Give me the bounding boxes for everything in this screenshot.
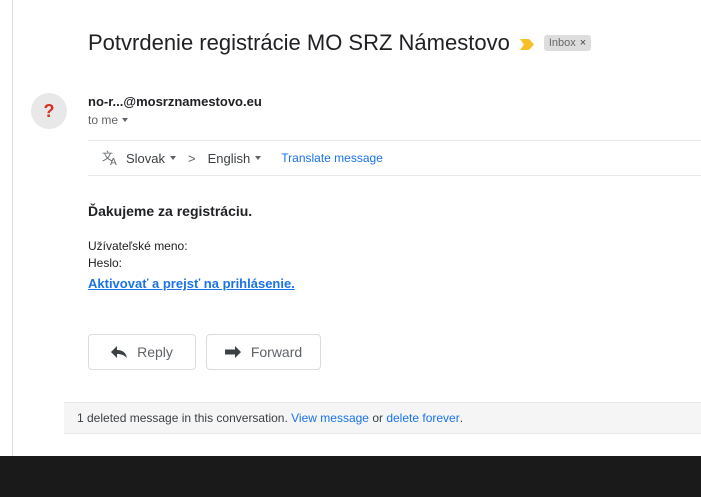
reply-icon <box>111 346 128 358</box>
target-language-select[interactable]: English <box>208 151 262 166</box>
recipient-details-toggle[interactable]: to me <box>88 113 129 127</box>
source-language-label: Slovak <box>126 150 166 166</box>
svg-text:A: A <box>110 157 117 167</box>
translate-message-link[interactable]: Translate message <box>281 151 383 165</box>
unknown-sender-icon: ? <box>43 100 55 121</box>
left-panel-edge <box>0 0 13 456</box>
delete-forever-link[interactable]: delete forever <box>386 411 459 425</box>
target-language-label: English <box>207 150 251 166</box>
translate-icon: 文 A <box>102 149 117 167</box>
importance-marker-icon[interactable] <box>519 38 534 50</box>
inbox-label-text: Inbox <box>548 37 576 49</box>
forward-button[interactable]: Forward <box>206 334 321 370</box>
email-subject: Potvrdenie registrácie MO SRZ Námestovo <box>88 30 510 55</box>
body-heading: Ďakujeme za registráciu. <box>88 203 253 219</box>
username-label: Užívateľské meno: <box>88 239 188 253</box>
or-text: or <box>372 411 383 425</box>
arrow-right-icon: > <box>188 150 196 166</box>
password-label: Heslo: <box>88 256 123 270</box>
sender-avatar: ? <box>31 93 67 129</box>
forward-label: Forward <box>250 344 303 360</box>
chevron-down-icon <box>122 118 129 122</box>
reply-button[interactable]: Reply <box>88 334 196 370</box>
chevron-down-icon <box>255 156 262 160</box>
bottom-dark-bar <box>0 456 701 497</box>
source-language-select[interactable]: Slovak <box>126 150 177 166</box>
view-message-link[interactable]: View message <box>291 411 369 425</box>
sender-address[interactable]: no-r...@mosrznamestovo.eu <box>88 94 262 109</box>
reply-label: Reply <box>137 344 173 360</box>
inbox-label-chip: Inbox × <box>543 35 592 51</box>
forward-icon <box>224 346 241 358</box>
translate-bar: 文 A Slovak > English Translate message <box>88 140 701 176</box>
activate-link[interactable]: Aktivovať a prejsť na prihlásenie. <box>88 276 295 291</box>
deleted-notice-text: 1 deleted message in this conversation. <box>77 411 288 425</box>
chevron-down-icon <box>170 156 177 160</box>
subject-row: Potvrdenie registrácie MO SRZ Námestovo … <box>88 30 592 56</box>
deleted-message-notice: 1 deleted message in this conversation. … <box>64 402 701 434</box>
recipient-text: to me <box>88 113 119 127</box>
period-text: . <box>459 411 464 425</box>
remove-label-icon[interactable]: × <box>580 37 586 49</box>
